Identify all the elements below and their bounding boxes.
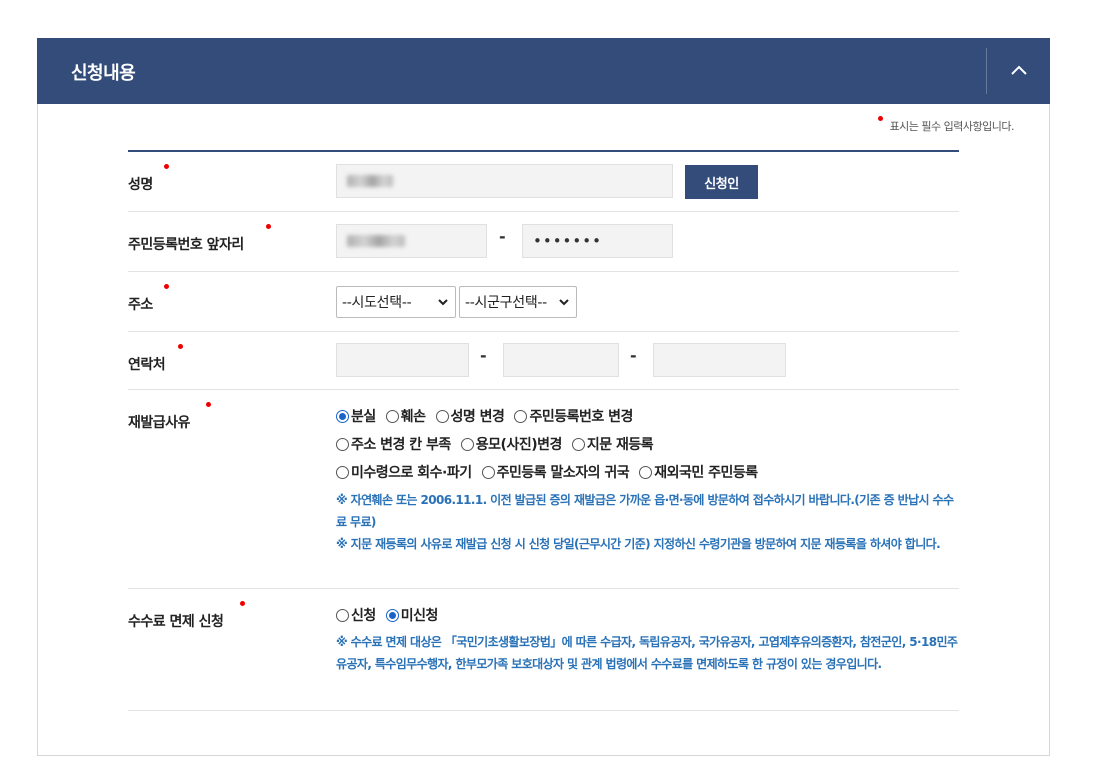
required-dot-icon	[877, 116, 883, 121]
fee-radio-not-apply[interactable]: 미신청	[385, 605, 438, 625]
required-dot-icon	[240, 601, 245, 606]
required-note: 표시는 필수 입력사항입니다.	[877, 116, 1015, 134]
contact-field-3[interactable]	[653, 343, 786, 377]
radio-unchecked-icon	[639, 465, 653, 479]
reason-radio-overseas[interactable]: 재외국민 주민등록	[639, 462, 758, 482]
reason-radio-unreceived[interactable]: 미수령으로 회수·파기	[336, 462, 472, 482]
radio-unchecked-icon	[385, 409, 399, 423]
reason-options-line-1: 분실 훼손 성명 변경 주민등록번호 변경	[336, 406, 633, 426]
row-name: 성명 신청인	[128, 152, 959, 212]
reason-notice-2: ※ 지문 재등록의 사유로 재발급 신청 시 신청 당일(근무시간 기준) 지정…	[336, 537, 941, 551]
sigungu-select-value: --시군구선택--	[465, 295, 547, 311]
radio-unchecked-icon	[571, 437, 585, 451]
chevron-up-icon	[1010, 65, 1027, 75]
reason-label: 재발급사유	[128, 415, 190, 431]
reason-options-line-2: 주소 변경 칸 부족 용모(사진)변경 지문 재등록	[336, 434, 654, 454]
sido-select[interactable]: --시도선택--	[336, 286, 456, 318]
address-label: 주소	[128, 297, 153, 313]
panel-title: 신청내용	[71, 63, 136, 84]
name-label: 성명	[128, 177, 153, 193]
rrn-back-field[interactable]: •••••••	[522, 224, 673, 258]
reason-radio-address-space[interactable]: 주소 변경 칸 부족	[336, 434, 451, 454]
reason-radio-photo-change[interactable]: 용모(사진)변경	[460, 434, 562, 454]
reason-radio-rrn-change[interactable]: 주민등록번호 변경	[514, 406, 633, 426]
application-form: 성명 신청인 주민등록번호 앞자리 - ••••••• 주소 --시도선택-- …	[128, 150, 959, 711]
required-dot-icon	[178, 344, 183, 349]
row-contact: 연락처 - -	[128, 332, 959, 390]
reason-options-line-3: 미수령으로 회수·파기 주민등록 말소자의 귀국 재외국민 주민등록	[336, 462, 758, 482]
chevron-down-icon	[438, 299, 448, 306]
reason-radio-damage[interactable]: 훼손	[385, 406, 426, 426]
chevron-down-icon	[559, 299, 569, 306]
contact-label: 연락처	[128, 357, 166, 373]
row-reason: 재발급사유 분실 훼손 성명 변경 주민등록번호 변경 주소 변경 칸 부족 용…	[128, 390, 959, 589]
contact-field-1[interactable]	[336, 343, 469, 377]
rrn-separator: -	[499, 227, 506, 246]
row-fee: 수수료 면제 신청 신청 미신청 ※ 수수료 면제 대상은 「국민기초생활보장법…	[128, 589, 959, 711]
radio-checked-icon	[385, 608, 399, 622]
required-dot-icon	[206, 402, 211, 407]
row-rrn: 주민등록번호 앞자리 - •••••••	[128, 212, 959, 272]
radio-unchecked-icon	[481, 465, 495, 479]
fee-label: 수수료 면제 신청	[128, 614, 224, 630]
required-dot-icon	[164, 164, 169, 169]
reason-radio-loss[interactable]: 분실	[336, 406, 376, 426]
contact-separator-2: -	[630, 346, 637, 365]
collapse-button[interactable]	[987, 38, 1050, 104]
sido-select-value: --시도선택--	[342, 295, 412, 311]
required-note-text: 표시는 필수 입력사항입니다.	[889, 120, 1015, 133]
masked-value	[347, 175, 393, 187]
required-dot-icon	[266, 224, 271, 229]
reason-radio-return[interactable]: 주민등록 말소자의 귀국	[481, 462, 630, 482]
reason-notice-1: ※ 자연훼손 또는 2006.11.1. 이전 발급된 증의 재발급은 가까운 …	[336, 493, 954, 529]
radio-unchecked-icon	[460, 437, 474, 451]
sigungu-select[interactable]: --시군구선택--	[459, 286, 577, 318]
required-dot-icon	[164, 284, 169, 289]
fee-radio-apply[interactable]: 신청	[336, 605, 376, 625]
contact-field-2[interactable]	[503, 343, 619, 377]
reason-radio-fingerprint[interactable]: 지문 재등록	[571, 434, 654, 454]
applicant-button[interactable]: 신청인	[685, 165, 758, 199]
radio-unchecked-icon	[336, 465, 349, 479]
radio-unchecked-icon	[514, 409, 528, 423]
radio-unchecked-icon	[336, 437, 349, 451]
fee-options: 신청 미신청	[336, 605, 438, 625]
radio-unchecked-icon	[336, 608, 349, 622]
rrn-front-field[interactable]	[336, 224, 487, 258]
radio-checked-icon	[336, 409, 349, 423]
reason-radio-name-change[interactable]: 성명 변경	[435, 406, 505, 426]
rrn-label: 주민등록번호 앞자리	[128, 237, 244, 253]
fee-notice: ※ 수수료 면제 대상은 「국민기초생활보장법」에 따른 수급자, 독립유공자,…	[336, 635, 958, 671]
row-address: 주소 --시도선택-- --시군구선택--	[128, 272, 959, 332]
radio-unchecked-icon	[435, 409, 449, 423]
panel-header: 신청내용	[37, 38, 1050, 104]
name-field[interactable]	[336, 164, 673, 198]
contact-separator-1: -	[480, 346, 487, 365]
masked-value	[347, 235, 405, 247]
